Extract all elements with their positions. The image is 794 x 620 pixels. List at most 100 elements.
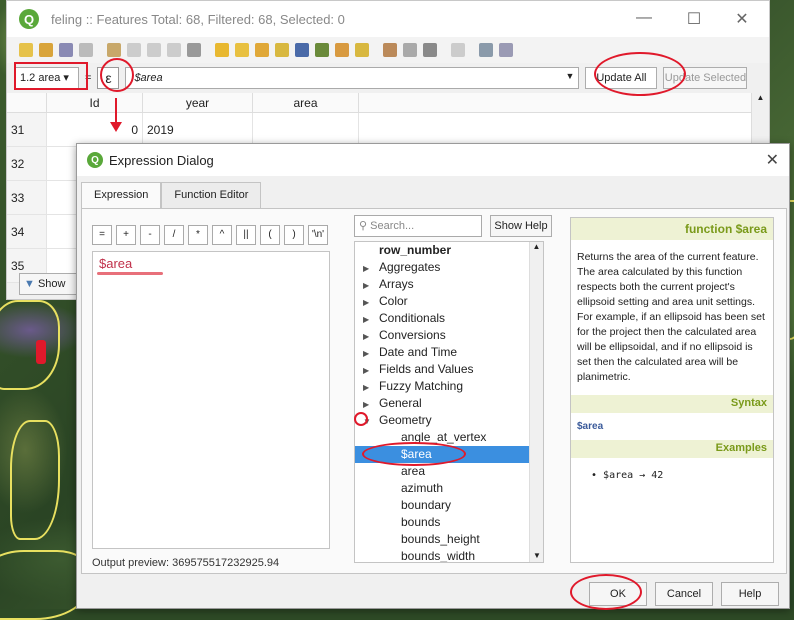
window-title: feling :: Features Total: 68, Filtered: … [51,11,345,27]
newline-button[interactable]: '\n' [308,225,328,245]
function-group[interactable]: ▶ Aggregates [355,259,543,276]
multi-edit-icon[interactable] [39,43,53,57]
window-titlebar: Q feling :: Features Total: 68, Filtered… [7,1,769,37]
delete-feature-icon[interactable] [127,43,141,57]
save-edits-icon[interactable] [59,43,73,57]
new-field-icon[interactable] [383,43,397,57]
operator-minus-button[interactable]: - [140,225,160,245]
chevron-right-icon: ▶ [363,383,370,392]
operator-divide-button[interactable]: / [164,225,184,245]
show-help-button[interactable]: Show Help [490,215,552,237]
function-group[interactable]: ▶ Color [355,293,543,310]
help-description: Returns the area of the current feature.… [577,251,765,383]
syntax-label: Syntax [730,397,767,409]
function-item[interactable]: bounds_width [355,548,543,562]
function-group[interactable]: ▶ Fuzzy Matching [355,378,543,395]
function-group-label: Date and Time [379,345,458,359]
cell-year[interactable]: 2019 [143,113,253,146]
operator-equals-button[interactable]: = [92,225,112,245]
function-group[interactable]: ▶ Arrays [355,276,543,293]
cut-icon[interactable] [147,43,161,57]
function-group-geometry[interactable]: ▼ Geometry [355,412,543,429]
function-item[interactable]: azimuth [355,480,543,497]
select-all-icon[interactable] [235,43,249,57]
row-number[interactable]: 33 [7,181,47,214]
column-header[interactable]: year [143,93,253,112]
example-text: $area → 42 [603,470,664,481]
search-input[interactable]: ⚲ Search... [354,215,482,237]
expression-dialog: Q Expression Dialog ✕ Expression Functio… [76,143,790,609]
column-header[interactable]: Id [47,93,143,112]
function-group-label: Fuzzy Matching [379,379,464,393]
dock-icon[interactable] [479,43,493,57]
paste-icon[interactable] [187,43,201,57]
deselect-icon[interactable] [275,43,289,57]
tab-expression[interactable]: Expression [81,182,162,208]
open-paren-button[interactable]: ( [260,225,280,245]
function-group[interactable]: ▶ Conditionals [355,310,543,327]
search-placeholder: Search... [370,220,415,232]
function-group[interactable]: ▶ Fields and Values [355,361,543,378]
function-item[interactable]: boundary [355,497,543,514]
help-heading-band: function $area [571,218,773,240]
annotation-arrow [110,98,122,132]
delete-field-icon[interactable] [403,43,417,57]
zoom-icon[interactable] [355,43,369,57]
expression-input[interactable]: $area ▼ [125,67,580,89]
function-item[interactable]: bounds_height [355,531,543,548]
show-features-button[interactable]: ▼ Show [19,273,79,295]
function-group[interactable]: ▶ Date and Time [355,344,543,361]
row-number[interactable]: 32 [7,147,47,180]
close-icon[interactable]: ✕ [766,150,779,170]
add-feature-icon[interactable] [107,43,121,57]
function-item[interactable]: area [355,463,543,480]
field-calculator-icon[interactable] [423,43,437,57]
operator-plus-button[interactable]: + [116,225,136,245]
operator-multiply-button[interactable]: * [188,225,208,245]
pan-icon[interactable] [335,43,349,57]
scroll-up-icon[interactable]: ▲ [530,242,543,251]
conditional-format-icon[interactable] [451,43,465,57]
function-group[interactable]: ▶ Conversions [355,327,543,344]
select-expression-icon[interactable] [215,43,229,57]
operator-power-button[interactable]: ^ [212,225,232,245]
filter-funnel-icon: ▼ [24,278,35,290]
operator-concat-button[interactable]: || [236,225,256,245]
search-icon: ⚲ [359,220,368,232]
invert-selection-icon[interactable] [255,43,269,57]
function-item[interactable]: bounds [355,514,543,531]
function-group-label: Arrays [379,277,414,291]
examples-label: Examples [715,442,767,454]
cell-area[interactable] [253,113,359,146]
expression-editor[interactable]: $area [92,251,330,549]
function-group-row-number[interactable]: row_number [355,242,543,259]
dialog-tabs: Expression Function Editor [77,182,789,208]
toggle-edit-icon[interactable] [19,43,33,57]
row-number[interactable]: 31 [7,113,47,146]
close-paren-button[interactable]: ) [284,225,304,245]
row-number[interactable]: 34 [7,215,47,248]
scroll-down-icon[interactable]: ▼ [530,551,543,560]
reload-icon[interactable] [79,43,93,57]
function-group[interactable]: ▶ General [355,395,543,412]
move-to-top-icon[interactable] [315,43,329,57]
chevron-down-icon[interactable]: ▼ [566,71,575,81]
minimize-icon[interactable]: — [629,9,659,27]
close-icon[interactable]: ✕ [727,9,757,29]
actions-icon[interactable] [499,43,513,57]
show-features-label: Show [37,278,66,290]
tab-function-editor[interactable]: Function Editor [161,182,262,208]
annotation-circle [100,58,134,92]
maximize-icon[interactable]: ☐ [679,9,709,29]
corner-cell[interactable] [7,93,47,112]
copy-icon[interactable] [167,43,181,57]
tree-scrollbar[interactable]: ▲ ▼ [529,242,543,562]
cancel-button[interactable]: Cancel [655,582,713,606]
filter-icon[interactable] [295,43,309,57]
function-group-label: Color [379,294,408,308]
column-header[interactable]: area [253,93,359,112]
function-tree: row_number ▶ Aggregates ▶ Arrays ▶ Color ▶ C… [354,241,544,563]
cell-id[interactable]: 0 [47,113,143,146]
help-button[interactable]: Help [721,582,779,606]
dialog-title: Expression Dialog [109,152,214,168]
